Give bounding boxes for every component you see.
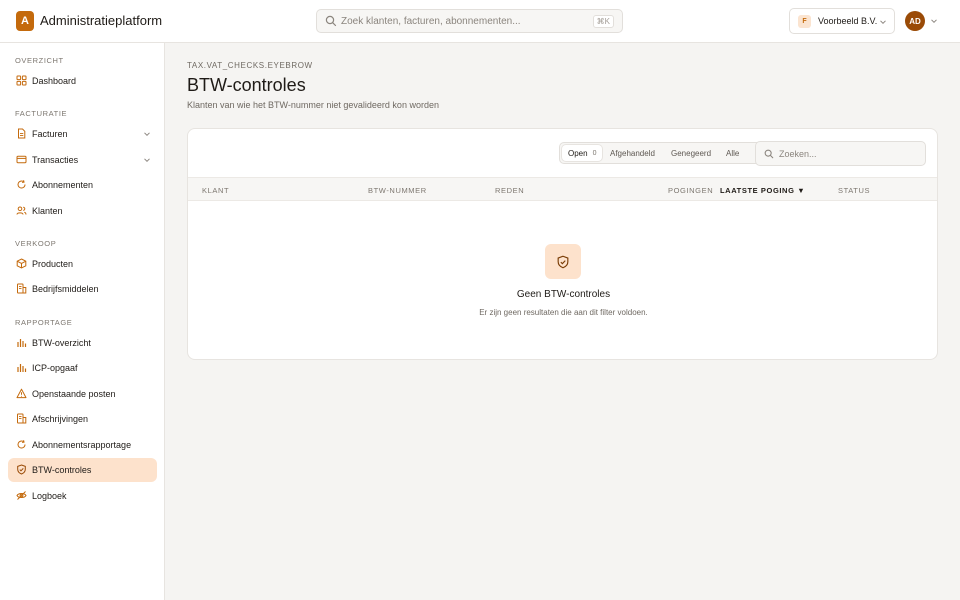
- column-header-pogingen[interactable]: POGINGEN: [668, 186, 713, 195]
- sidebar-item-abonnementsrapportage[interactable]: Abonnementsrapportage: [8, 433, 157, 457]
- sidebar-item-icp-opgaaf[interactable]: ICP-opgaaf: [8, 356, 157, 380]
- sidebar-item-dashboard[interactable]: Dashboard: [8, 69, 157, 93]
- asset-icon: [16, 283, 27, 294]
- sidebar-item-bedrijfsmiddelen[interactable]: Bedrijfsmiddelen: [8, 277, 157, 301]
- global-search-placeholder: Zoek klanten, facturen, abonnementen...: [341, 16, 521, 27]
- column-header-klant[interactable]: KLANT: [202, 186, 229, 195]
- sidebar-item-label: Klanten: [32, 206, 63, 216]
- shield-check-icon: [556, 255, 570, 269]
- app-logo[interactable]: A: [16, 11, 34, 31]
- sidebar-item-btw-overzicht[interactable]: BTW-overzicht: [8, 331, 157, 355]
- filter-open[interactable]: Open 0: [562, 145, 603, 161]
- search-icon: [764, 149, 774, 159]
- sidebar-item-label: Abonnementen: [32, 180, 94, 190]
- sidebar-item-btw-controles[interactable]: BTW-controles: [8, 458, 157, 482]
- org-name: Voorbeeld B.V.: [818, 16, 878, 26]
- org-badge: F: [798, 15, 811, 28]
- sidebar-section-facturatie: FACTURATIE: [15, 109, 68, 118]
- page-subtitle: Klanten van wie het BTW-nummer niet geva…: [187, 100, 439, 110]
- chevron-down-icon: [143, 130, 151, 138]
- refresh-icon: [16, 439, 27, 450]
- filter-genegeerd[interactable]: Genegeerd: [665, 145, 717, 161]
- sidebar-item-openstaande-posten[interactable]: Openstaande posten: [8, 382, 157, 406]
- page-eyebrow: TAX.VAT_CHECKS.EYEBROW: [187, 61, 313, 70]
- column-header-btw-nummer[interactable]: BTW-NUMMER: [368, 186, 427, 195]
- global-search-input[interactable]: Zoek klanten, facturen, abonnementen... …: [316, 9, 623, 33]
- search-shortcut-badge: ⌘K: [592, 15, 614, 28]
- sidebar-item-abonnementen[interactable]: Abonnementen: [8, 173, 157, 197]
- sidebar-item-transacties[interactable]: Transacties: [8, 148, 157, 172]
- sidebar-item-logboek[interactable]: Logboek: [8, 484, 157, 508]
- sidebar-item-label: Bedrijfsmiddelen: [32, 284, 99, 294]
- page-title: BTW-controles: [187, 75, 306, 95]
- filter-label: Genegeerd: [671, 148, 712, 158]
- sidebar-item-label: Openstaande posten: [32, 389, 116, 399]
- column-header-laatste-poging[interactable]: LAATSTE POGING ▼: [720, 186, 805, 195]
- empty-state-description: Er zijn geen resultaten die aan dit filt…: [479, 308, 648, 317]
- bar-chart-icon: [16, 362, 27, 373]
- sidebar-item-label: BTW-controles: [32, 465, 92, 475]
- filter-afgehandeld[interactable]: Afgehandeld: [604, 145, 661, 161]
- filter-label: Afgehandeld: [610, 148, 655, 158]
- card-icon: [16, 154, 27, 165]
- sort-desc-icon: ▼: [797, 186, 806, 195]
- table-search-placeholder: Zoeken...: [779, 149, 817, 159]
- refresh-icon: [16, 179, 27, 190]
- sidebar-item-facturen[interactable]: Facturen: [8, 122, 157, 146]
- chevron-down-icon[interactable]: [930, 17, 938, 25]
- sidebar-item-label: Dashboard: [32, 76, 77, 86]
- sidebar-item-label: Producten: [32, 259, 74, 269]
- sidebar-item-label: Abonnementsrapportage: [32, 440, 132, 450]
- warning-icon: [16, 388, 27, 399]
- sidebar: OVERZICHT Dashboard FACTURATIE Facturen …: [0, 43, 165, 600]
- eye-off-icon: [16, 490, 27, 501]
- users-icon: [16, 205, 27, 216]
- sidebar-item-afschrijvingen[interactable]: Afschrijvingen: [8, 407, 157, 431]
- filter-label: Alle: [726, 148, 740, 158]
- chevron-down-icon: [879, 18, 887, 26]
- sidebar-item-label: Logboek: [32, 491, 67, 501]
- sidebar-section-overzicht: OVERZICHT: [15, 56, 64, 65]
- sidebar-item-label: BTW-overzicht: [32, 338, 91, 348]
- sidebar-item-producten[interactable]: Producten: [8, 252, 157, 276]
- bar-chart-icon: [16, 337, 27, 348]
- table-header: KLANT BTW-NUMMER REDEN POGINGEN LAATSTE …: [188, 177, 937, 201]
- document-icon: [16, 128, 27, 139]
- filter-count: 0: [592, 149, 597, 157]
- sidebar-item-label: Afschrijvingen: [32, 414, 89, 424]
- search-icon: [325, 15, 337, 27]
- box-icon: [16, 258, 27, 269]
- asset-icon: [16, 413, 27, 424]
- sidebar-item-klanten[interactable]: Klanten: [8, 199, 157, 223]
- user-avatar[interactable]: AD: [905, 11, 925, 31]
- empty-state-icon: [545, 244, 581, 279]
- empty-state-title: Geen BTW-controles: [516, 289, 611, 300]
- sidebar-section-verkoop: VERKOOP: [15, 239, 57, 248]
- top-bar: A Administratieplatform Zoek klanten, fa…: [0, 0, 960, 43]
- sidebar-section-rapportage: RAPPORTAGE: [15, 318, 73, 327]
- filter-alle[interactable]: Alle: [720, 145, 745, 161]
- filter-label: Open: [568, 148, 588, 158]
- chevron-down-icon: [143, 156, 151, 164]
- status-filter-segmented: Open 0 Afgehandeld Genegeerd Alle: [559, 142, 775, 164]
- vat-checks-card: Open 0 Afgehandeld Genegeerd Alle Zoeken…: [187, 128, 938, 360]
- app-title: Administratieplatform: [40, 13, 163, 28]
- sidebar-item-label: ICP-opgaaf: [32, 363, 78, 373]
- column-label: LAATSTE POGING: [720, 186, 795, 195]
- column-header-status[interactable]: STATUS: [838, 186, 870, 195]
- column-header-reden[interactable]: REDEN: [495, 186, 524, 195]
- shield-check-icon: [16, 464, 27, 475]
- table-search-input[interactable]: Zoeken...: [755, 141, 926, 166]
- grid-icon: [16, 75, 27, 86]
- organization-switcher[interactable]: F Voorbeeld B.V.: [789, 8, 895, 34]
- sidebar-item-label: Facturen: [32, 129, 68, 139]
- sidebar-item-label: Transacties: [32, 155, 79, 165]
